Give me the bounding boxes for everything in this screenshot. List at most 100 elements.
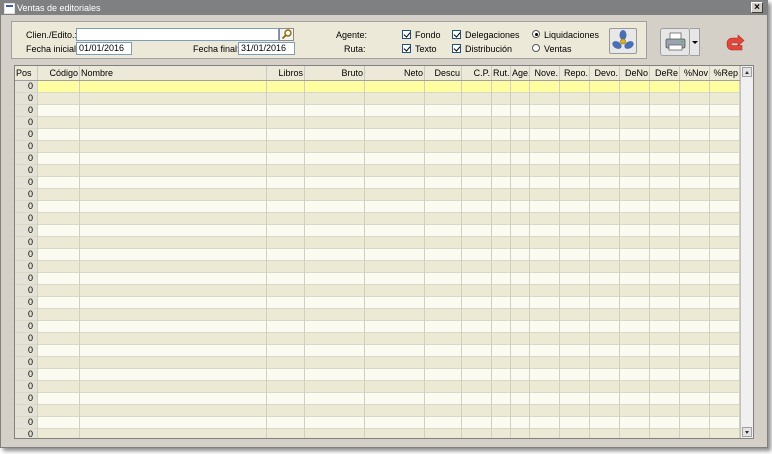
column-divider bbox=[649, 129, 650, 141]
column-divider bbox=[709, 357, 710, 369]
col-repo[interactable]: Repo. bbox=[560, 66, 590, 80]
scroll-up-button[interactable] bbox=[742, 67, 752, 77]
table-row[interactable]: 0 bbox=[15, 225, 740, 237]
close-button[interactable]: × bbox=[751, 2, 763, 13]
col-codigo[interactable]: Código bbox=[38, 66, 80, 80]
agente-label: Agente: bbox=[336, 30, 368, 40]
grid-rows: 0000000000000000000000000000000 bbox=[15, 81, 740, 438]
table-row[interactable]: 0 bbox=[15, 165, 740, 177]
col-pct-rep[interactable]: %Rep bbox=[710, 66, 740, 80]
scroll-down-button[interactable] bbox=[742, 427, 752, 437]
table-row[interactable]: 0 bbox=[15, 201, 740, 213]
exit-button[interactable] bbox=[721, 28, 749, 56]
table-row[interactable]: 0 bbox=[15, 105, 740, 117]
fecha-final-input[interactable]: 31/01/2016 bbox=[238, 42, 295, 55]
col-pct-nov[interactable]: %Nov bbox=[680, 66, 710, 80]
column-divider bbox=[529, 297, 530, 309]
column-divider bbox=[619, 129, 620, 141]
table-row[interactable]: 0 bbox=[15, 213, 740, 225]
col-libros[interactable]: Libros bbox=[267, 66, 305, 80]
col-nove[interactable]: Nove. bbox=[530, 66, 560, 80]
table-row[interactable]: 0 bbox=[15, 405, 740, 417]
table-row[interactable]: 0 bbox=[15, 429, 740, 438]
col-pos[interactable]: Pos bbox=[15, 66, 38, 80]
table-row[interactable]: 0 bbox=[15, 177, 740, 189]
table-row[interactable]: 0 bbox=[15, 237, 740, 249]
texto-checkbox[interactable] bbox=[402, 44, 411, 53]
col-rut[interactable]: Rut. bbox=[492, 66, 511, 80]
col-devo[interactable]: Devo. bbox=[590, 66, 620, 80]
table-row[interactable]: 0 bbox=[15, 81, 740, 93]
table-row[interactable]: 0 bbox=[15, 93, 740, 105]
column-divider bbox=[37, 381, 38, 393]
col-age[interactable]: Age. bbox=[511, 66, 530, 80]
table-row[interactable]: 0 bbox=[15, 261, 740, 273]
col-bruto[interactable]: Bruto bbox=[305, 66, 365, 80]
col-deno[interactable]: DeNo bbox=[620, 66, 650, 80]
table-row[interactable]: 0 bbox=[15, 285, 740, 297]
delegaciones-checkbox[interactable] bbox=[452, 30, 461, 39]
table-row[interactable]: 0 bbox=[15, 249, 740, 261]
column-divider bbox=[529, 81, 530, 93]
column-divider bbox=[37, 237, 38, 249]
table-row[interactable]: 0 bbox=[15, 333, 740, 345]
column-divider bbox=[559, 225, 560, 237]
column-divider bbox=[266, 165, 267, 177]
table-row[interactable]: 0 bbox=[15, 309, 740, 321]
column-divider bbox=[304, 381, 305, 393]
table-row[interactable]: 0 bbox=[15, 297, 740, 309]
column-divider bbox=[559, 345, 560, 357]
column-divider bbox=[559, 333, 560, 345]
column-divider bbox=[589, 237, 590, 249]
col-descu[interactable]: Descu bbox=[425, 66, 462, 80]
vertical-scrollbar[interactable] bbox=[740, 66, 753, 438]
table-row[interactable]: 0 bbox=[15, 381, 740, 393]
column-divider bbox=[266, 309, 267, 321]
table-row[interactable]: 0 bbox=[15, 345, 740, 357]
distribucion-checkbox[interactable] bbox=[452, 44, 461, 53]
column-divider bbox=[649, 345, 650, 357]
table-row[interactable]: 0 bbox=[15, 117, 740, 129]
liquidaciones-radio[interactable] bbox=[532, 30, 540, 38]
search-button[interactable] bbox=[279, 28, 294, 41]
col-dere[interactable]: DeRe bbox=[650, 66, 680, 80]
column-divider bbox=[424, 105, 425, 117]
row-pos-cell: 0 bbox=[15, 369, 38, 380]
table-row[interactable]: 0 bbox=[15, 273, 740, 285]
col-cp[interactable]: C.P. bbox=[462, 66, 492, 80]
table-row[interactable]: 0 bbox=[15, 153, 740, 165]
row-pos-cell: 0 bbox=[15, 117, 38, 128]
column-divider bbox=[589, 429, 590, 438]
col-nombre[interactable]: Nombre bbox=[80, 66, 267, 80]
column-divider bbox=[461, 105, 462, 117]
column-divider bbox=[491, 381, 492, 393]
table-row[interactable]: 0 bbox=[15, 369, 740, 381]
column-divider bbox=[649, 81, 650, 93]
column-divider bbox=[461, 333, 462, 345]
sales-grid[interactable]: Pos Código Nombre Libros Bruto Neto Desc… bbox=[14, 65, 754, 439]
column-divider bbox=[364, 153, 365, 165]
column-divider bbox=[266, 141, 267, 153]
ventas-label: Ventas bbox=[544, 44, 572, 54]
fondo-checkbox[interactable] bbox=[402, 30, 411, 39]
table-row[interactable]: 0 bbox=[15, 321, 740, 333]
table-row[interactable]: 0 bbox=[15, 417, 740, 429]
process-button[interactable] bbox=[609, 28, 637, 54]
table-row[interactable]: 0 bbox=[15, 129, 740, 141]
col-neto[interactable]: Neto bbox=[365, 66, 425, 80]
table-row[interactable]: 0 bbox=[15, 393, 740, 405]
column-divider bbox=[589, 261, 590, 273]
column-divider bbox=[461, 201, 462, 213]
table-row[interactable]: 0 bbox=[15, 189, 740, 201]
table-row[interactable]: 0 bbox=[15, 141, 740, 153]
ventas-radio[interactable] bbox=[532, 44, 540, 52]
column-divider bbox=[679, 261, 680, 273]
print-button[interactable] bbox=[660, 28, 690, 56]
cliente-input[interactable] bbox=[76, 28, 279, 41]
column-divider bbox=[266, 357, 267, 369]
column-divider bbox=[559, 213, 560, 225]
fecha-inicial-input[interactable]: 01/01/2016 bbox=[76, 42, 132, 55]
column-divider bbox=[589, 357, 590, 369]
table-row[interactable]: 0 bbox=[15, 357, 740, 369]
print-dropdown-button[interactable] bbox=[690, 28, 700, 56]
